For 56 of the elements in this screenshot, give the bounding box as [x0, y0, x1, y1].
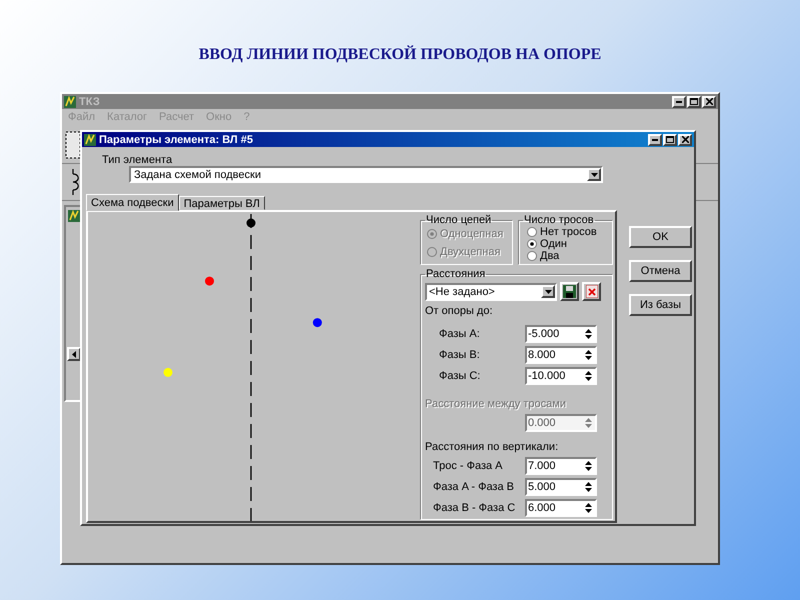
minimize-button[interactable]	[648, 134, 662, 146]
maximize-icon	[690, 98, 698, 105]
spinner-icon[interactable]	[584, 480, 593, 492]
radio-button[interactable]: Нет тросов	[527, 226, 608, 237]
app-icon	[64, 96, 76, 108]
field-label: Расстояние между тросами	[425, 398, 567, 410]
tab[interactable]: Схема подвески	[86, 194, 179, 211]
radio-button[interactable]: Два	[527, 250, 608, 261]
section-label: От опоры до:	[425, 305, 494, 317]
slide-title: ВВОД ЛИНИИ ПОДВЕСКОЙ ПРОВОДОВ НА ОПОРЕ	[198, 46, 602, 64]
app-icon	[68, 210, 80, 222]
minimize-icon	[652, 138, 658, 140]
left-arrow-icon	[72, 350, 76, 358]
number-field[interactable]: 6.000	[525, 498, 597, 516]
section-label: Расстояния по вертикали:	[425, 441, 560, 453]
field-label: Фазы B:	[438, 348, 481, 360]
radio-icon[interactable]	[527, 250, 538, 260]
spinner-icon[interactable]	[584, 502, 593, 514]
number-field[interactable]: 8.000	[525, 346, 597, 364]
radio-icon[interactable]	[527, 238, 538, 248]
field-label: Тип элемента	[102, 154, 174, 166]
number-field[interactable]: -10.000	[525, 366, 597, 384]
minimize-icon	[676, 100, 682, 102]
spinner-icon[interactable]	[584, 328, 593, 340]
spinner-icon[interactable]	[584, 370, 593, 382]
dialog-button[interactable]: OK	[629, 226, 692, 248]
save-button[interactable]	[560, 282, 579, 301]
radio-button[interactable]: Один	[527, 238, 608, 249]
close-icon[interactable]	[678, 134, 692, 146]
field-label: Трос - Фаза A	[432, 460, 504, 472]
group-title: Расстояния	[425, 268, 486, 280]
group-title: Число тросов	[523, 214, 595, 226]
spinner-icon[interactable]	[584, 460, 593, 472]
app-icon	[84, 134, 96, 146]
maximize-icon	[666, 136, 674, 143]
group-title: Число цепей	[425, 214, 492, 226]
number-field[interactable]: 5.000	[525, 478, 597, 496]
tab[interactable]: Параметры ВЛ	[178, 196, 265, 210]
window-title: ТКЗ	[79, 96, 100, 108]
number-field[interactable]: 7.000	[525, 456, 597, 474]
element-type-dropdown[interactable]: Задана схемой подвески	[129, 166, 603, 183]
dialog-button[interactable]: Отмена	[629, 260, 692, 282]
radio-icon[interactable]	[527, 226, 538, 236]
maximize-button[interactable]	[663, 134, 677, 146]
field-label: Фаза A - Фаза B	[432, 480, 515, 492]
field-label: Фаза B - Фаза C	[432, 502, 516, 514]
spinner-icon[interactable]	[584, 348, 593, 360]
delete-button[interactable]	[582, 282, 601, 301]
scroll-left-button[interactable]	[67, 347, 81, 361]
field-label: Фазы C:	[438, 370, 482, 382]
dialog-title: Параметры элемента: ВЛ #5	[99, 134, 253, 146]
dialog-button[interactable]: Из базы	[629, 294, 692, 316]
field-label: Фазы A:	[438, 328, 481, 340]
number-field[interactable]: -5.000	[525, 324, 597, 342]
selection-tool-icon[interactable]	[65, 131, 81, 159]
preset-dropdown[interactable]: <Не задано>	[425, 282, 557, 300]
